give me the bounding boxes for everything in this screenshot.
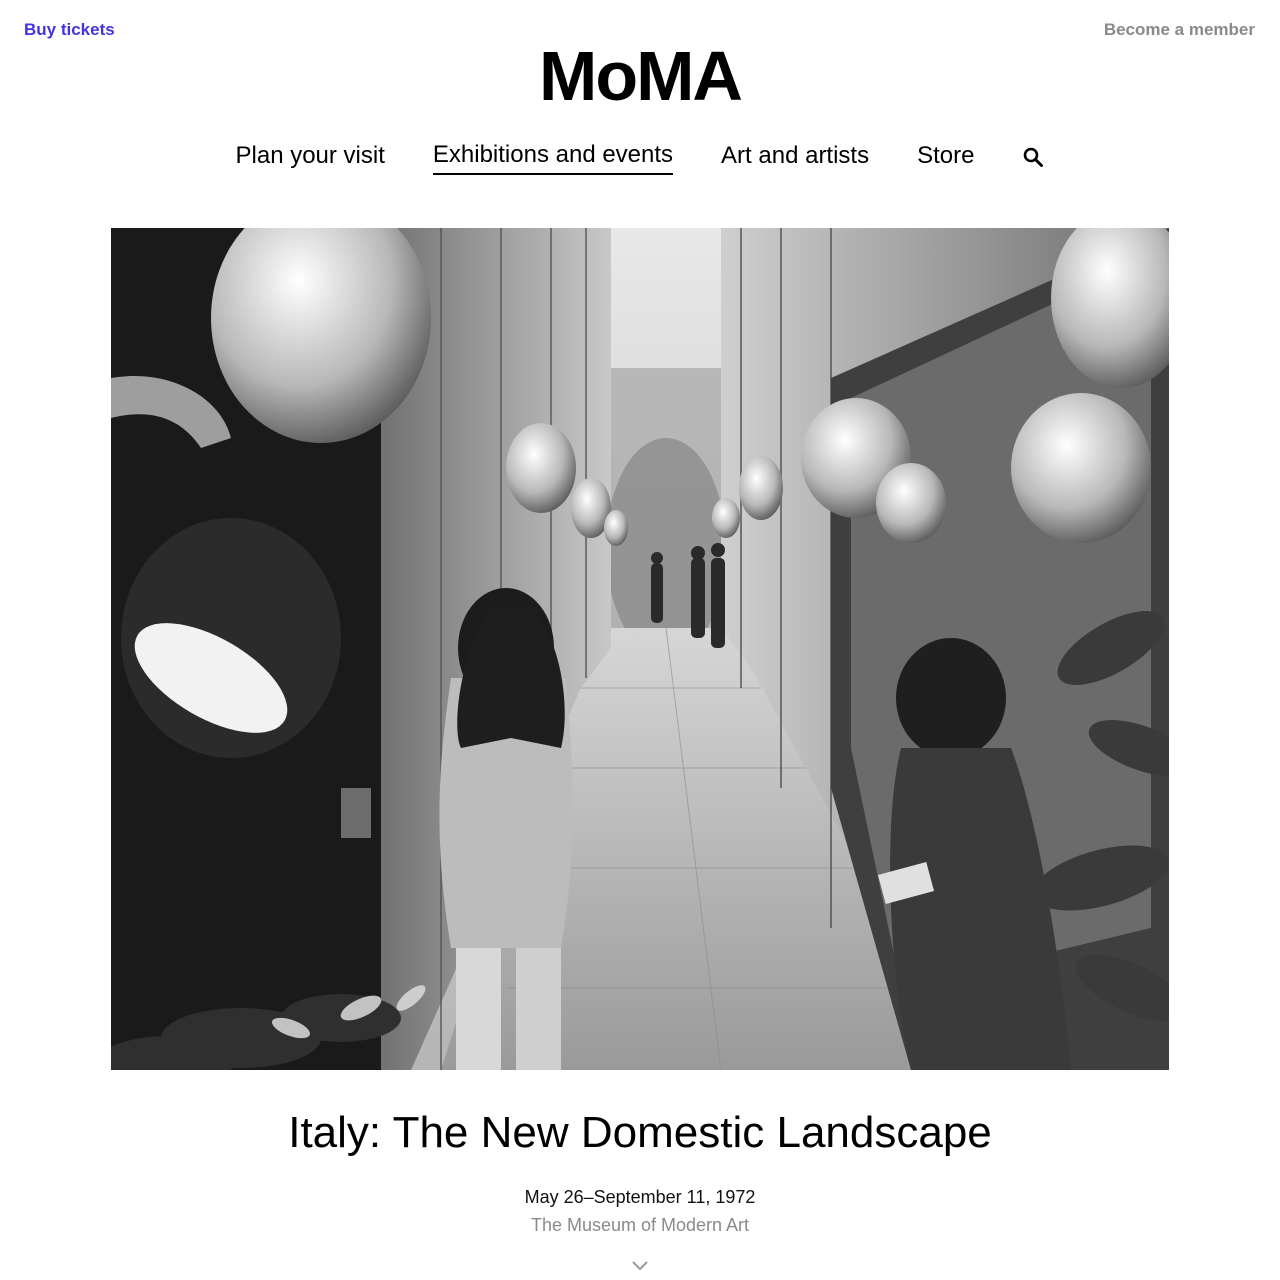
nav-art-and-artists[interactable]: Art and artists xyxy=(721,139,869,174)
main-nav: Plan your visit Exhibitions and events A… xyxy=(0,138,1280,175)
hero-image[interactable] xyxy=(111,228,1169,1070)
exhibition-title: Italy: The New Domestic Landscape xyxy=(288,1108,992,1157)
page: Buy tickets Become a member MoMA Plan yo… xyxy=(0,0,1280,1280)
chevron-down-icon[interactable] xyxy=(630,1258,650,1272)
nav-store[interactable]: Store xyxy=(917,139,974,174)
nav-exhibitions-and-events[interactable]: Exhibitions and events xyxy=(432,138,674,175)
exhibition-venue: The Museum of Modern Art xyxy=(530,1215,750,1235)
exhibition-dates: May 26–September 11, 1972 xyxy=(524,1187,756,1207)
nav-plan-your-visit[interactable]: Plan your visit xyxy=(236,139,385,174)
moma-logo[interactable]: MoMA xyxy=(0,36,1280,116)
search-icon[interactable] xyxy=(1022,146,1044,168)
site-header: Buy tickets Become a member MoMA xyxy=(0,0,1280,120)
